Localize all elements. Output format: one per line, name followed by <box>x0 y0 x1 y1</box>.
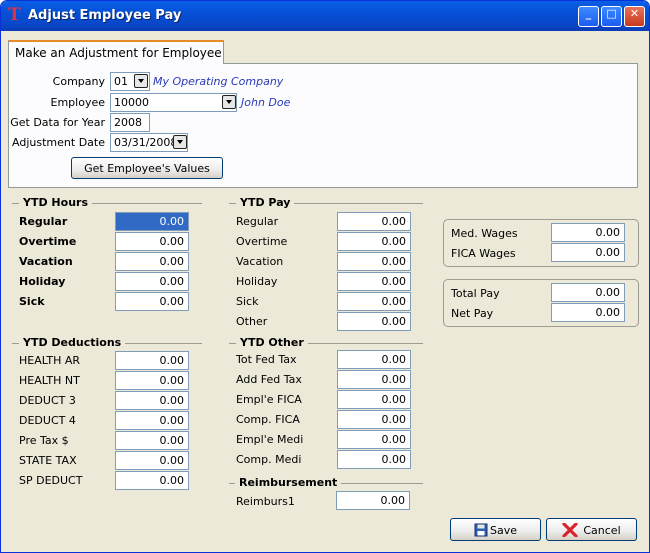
minimize-button[interactable]: _ <box>578 6 599 27</box>
ytd-hours-vacation-input[interactable]: 0.00 <box>115 252 189 271</box>
employee-select[interactable]: 10000 <box>110 93 237 112</box>
ytd-other-title: YTD Other <box>236 336 308 349</box>
ytd-deductions-state-tax-input[interactable]: 0.00 <box>115 451 189 470</box>
ytd-deductions-deduct-4-label: DEDUCT 4 <box>19 414 76 427</box>
ytd-other-tot-fed-tax-input[interactable]: 0.00 <box>337 350 411 369</box>
app-icon: T <box>8 5 21 25</box>
adjustment-date-label: Adjustment Date <box>12 136 105 149</box>
save-icon <box>474 523 488 537</box>
save-button[interactable]: Save <box>450 518 541 541</box>
ytd-other-empl-e-medi-label: Empl'e Medi <box>236 433 304 446</box>
ytd-deductions-deduct-3-label: DEDUCT 3 <box>19 394 76 407</box>
ytd-deductions-deduct-4-input[interactable]: 0.00 <box>115 411 189 430</box>
ytd-pay-vacation-input[interactable]: 0.00 <box>337 252 411 271</box>
ytd-hours-vacation-label: Vacation <box>19 255 73 268</box>
tab-make-adjustment[interactable]: Make an Adjustment for Employee <box>8 40 224 64</box>
ytd-deductions-state-tax-label: STATE TAX <box>19 454 77 467</box>
net-pay-input[interactable]: 0.00 <box>551 303 625 322</box>
wages-group: Med. Wages 0.00 FICA Wages 0.00 <box>443 219 639 267</box>
reimburs1-input[interactable]: 0.00 <box>336 491 410 510</box>
ytd-other-comp-medi-label: Comp. Medi <box>236 453 302 466</box>
ytd-pay-other-label: Other <box>236 315 268 328</box>
totals-group: Total Pay 0.00 Net Pay 0.00 <box>443 279 639 327</box>
ytd-pay-sick-input[interactable]: 0.00 <box>337 292 411 311</box>
year-label: Get Data for Year <box>10 116 105 129</box>
ytd-pay-overtime-input[interactable]: 0.00 <box>337 232 411 251</box>
ytd-other-add-fed-tax-label: Add Fed Tax <box>236 373 302 386</box>
cancel-button[interactable]: Cancel <box>546 518 637 541</box>
save-label: Save <box>489 524 517 537</box>
ytd-hours-title: YTD Hours <box>19 196 92 209</box>
cancel-icon <box>562 522 578 538</box>
company-dropdown-icon[interactable] <box>134 74 148 88</box>
adjust-employee-pay-window: T Adjust Employee Pay _ □ ✕ Make an Adju… <box>0 0 650 553</box>
reimbursement-title: Reimbursement <box>235 476 342 489</box>
ytd-hours-holiday-label: Holiday <box>19 275 66 288</box>
window-title: Adjust Employee Pay <box>28 8 182 23</box>
ytd-pay-other-input[interactable]: 0.00 <box>337 312 411 331</box>
ytd-pay-regular-label: Regular <box>236 215 279 228</box>
ytd-other-empl-e-medi-input[interactable]: 0.00 <box>337 430 411 449</box>
ytd-deductions-pre-tax-label: Pre Tax $ <box>19 434 69 447</box>
ytd-other-comp-medi-input[interactable]: 0.00 <box>337 450 411 469</box>
close-button[interactable]: ✕ <box>624 6 645 27</box>
ytd-deductions-pre-tax-input[interactable]: 0.00 <box>115 431 189 450</box>
title-bar[interactable]: T Adjust Employee Pay _ □ ✕ <box>1 1 649 31</box>
net-pay-label: Net Pay <box>451 307 494 320</box>
ytd-other-comp-fica-input[interactable]: 0.00 <box>337 410 411 429</box>
get-employee-values-button[interactable]: Get Employee's Values <box>71 157 223 179</box>
ytd-pay-overtime-label: Overtime <box>236 235 288 248</box>
ytd-deductions-health-ar-label: HEALTH AR <box>19 354 81 367</box>
ytd-deductions-sp-deduct-input[interactable]: 0.00 <box>115 471 189 490</box>
ytd-pay-regular-input[interactable]: 0.00 <box>337 212 411 231</box>
ytd-hours-overtime-input[interactable]: 0.00 <box>115 232 189 251</box>
fica-wages-input[interactable]: 0.00 <box>551 243 625 262</box>
ytd-pay-holiday-label: Holiday <box>236 275 278 288</box>
ytd-pay-title: YTD Pay <box>236 196 295 209</box>
ytd-deductions-deduct-3-input[interactable]: 0.00 <box>115 391 189 410</box>
ytd-other-add-fed-tax-input[interactable]: 0.00 <box>337 370 411 389</box>
adjustment-panel: Company 01 My Operating Company Employee… <box>8 63 638 188</box>
ytd-other-empl-e-fica-label: Empl'e FICA <box>236 393 302 406</box>
ytd-hours-regular-label: Regular <box>19 215 68 228</box>
employee-name: John Doe <box>241 96 291 109</box>
med-wages-label: Med. Wages <box>451 227 518 240</box>
ytd-pay-holiday-input[interactable]: 0.00 <box>337 272 411 291</box>
calendar-dropdown-icon[interactable] <box>173 135 187 149</box>
ytd-other-comp-fica-label: Comp. FICA <box>236 413 300 426</box>
ytd-hours-holiday-input[interactable]: 0.00 <box>115 272 189 291</box>
ytd-deductions-sp-deduct-label: SP DEDUCT <box>19 474 83 487</box>
total-pay-input[interactable]: 0.00 <box>551 283 625 302</box>
ytd-other-empl-e-fica-input[interactable]: 0.00 <box>337 390 411 409</box>
ytd-other-tot-fed-tax-label: Tot Fed Tax <box>236 353 297 366</box>
ytd-deductions-health-ar-input[interactable]: 0.00 <box>115 351 189 370</box>
fica-wages-label: FICA Wages <box>451 247 516 260</box>
cancel-label: Cancel <box>583 524 621 537</box>
maximize-button[interactable]: □ <box>601 6 622 27</box>
ytd-pay-sick-label: Sick <box>236 295 259 308</box>
med-wages-input[interactable]: 0.00 <box>551 223 625 242</box>
employee-dropdown-icon[interactable] <box>222 95 236 109</box>
ytd-hours-overtime-label: Overtime <box>19 235 77 248</box>
ytd-deductions-title: YTD Deductions <box>19 336 126 349</box>
ytd-deductions-health-nt-input[interactable]: 0.00 <box>115 371 189 390</box>
year-input[interactable]: 2008 <box>110 113 150 132</box>
company-label: Company <box>52 75 105 88</box>
ytd-hours-regular-input[interactable]: 0.00 <box>115 212 189 231</box>
ytd-hours-sick-label: Sick <box>19 295 45 308</box>
ytd-hours-sick-input[interactable]: 0.00 <box>115 292 189 311</box>
employee-label: Employee <box>50 96 105 109</box>
ytd-deductions-health-nt-label: HEALTH NT <box>19 374 80 387</box>
ytd-pay-vacation-label: Vacation <box>236 255 284 268</box>
company-name: My Operating Company <box>153 75 284 88</box>
reimburs1-label: Reimburs1 <box>236 495 295 508</box>
total-pay-label: Total Pay <box>451 287 500 300</box>
